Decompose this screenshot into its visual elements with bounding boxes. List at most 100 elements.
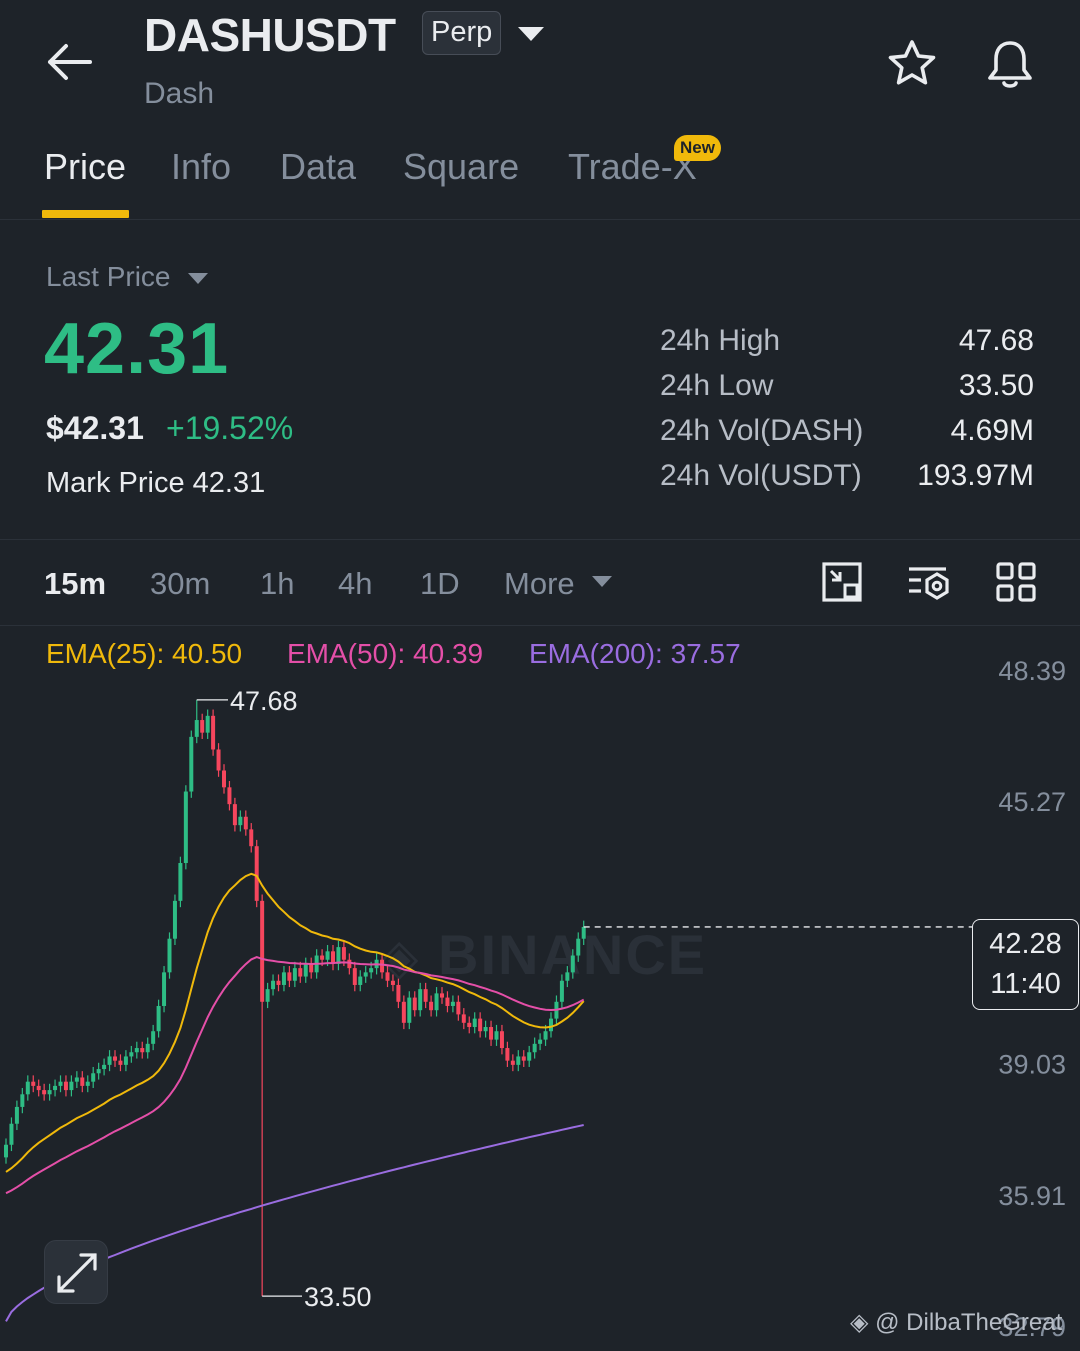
candle-body <box>167 938 172 973</box>
new-badge: New <box>674 135 721 161</box>
candle-body <box>527 1052 532 1061</box>
candle-body <box>440 993 444 998</box>
high-marker-label: 47.68 <box>230 686 298 716</box>
candle-body <box>271 980 276 990</box>
candle-body <box>151 1031 156 1044</box>
last-price-chevron-icon[interactable] <box>188 273 208 284</box>
candle-countdown: 11:40 <box>990 968 1061 1000</box>
candle-body <box>58 1081 63 1086</box>
y-axis-tick-label: 39.03 <box>998 1050 1066 1080</box>
candle-body <box>63 1081 68 1091</box>
candle-body <box>14 1106 19 1124</box>
candle-body <box>521 1056 526 1061</box>
interval-more[interactable]: More <box>504 566 575 602</box>
candle-body <box>156 1005 161 1032</box>
candle-body <box>516 1056 521 1065</box>
candle-body <box>325 951 330 960</box>
candle-body <box>172 900 177 939</box>
candle-body <box>91 1073 96 1082</box>
candle-body <box>303 963 308 977</box>
candle-body <box>467 1022 472 1028</box>
candle-body <box>292 968 297 981</box>
back-arrow-icon[interactable] <box>44 40 94 84</box>
candle-body <box>483 1027 488 1032</box>
candle-body <box>243 816 248 830</box>
candle-body <box>320 955 325 960</box>
favorite-star-icon[interactable] <box>884 36 940 92</box>
fullscreen-button[interactable] <box>44 1240 108 1304</box>
candle-body <box>538 1039 543 1044</box>
usd-price-value: $42.31 <box>46 410 144 446</box>
candle-body <box>69 1081 74 1091</box>
watermark-credit: ◈ @ DilbaTheGreat <box>850 1308 1062 1337</box>
candle-body <box>107 1056 112 1065</box>
candle-body <box>194 720 199 737</box>
candlestick-chart[interactable]: 48.3945.2742.1539.0335.9132.7947.6833.50 <box>0 626 1080 1351</box>
current-price-value: 42.28 <box>989 928 1062 960</box>
candle-body <box>25 1081 30 1095</box>
section-divider <box>0 539 1080 540</box>
interval-1d[interactable]: 1D <box>420 566 460 602</box>
candle-body <box>570 955 575 973</box>
low-marker-label: 33.50 <box>304 1282 372 1312</box>
current-price-tag: 42.28 11:40 <box>972 919 1079 1010</box>
grid-menu-icon[interactable] <box>994 560 1038 604</box>
candle-body <box>265 989 270 1002</box>
last-price-value: 42.31 <box>44 309 230 389</box>
pair-dropdown-chevron-icon[interactable] <box>518 27 544 41</box>
candle-body <box>102 1064 107 1070</box>
candle-body <box>232 804 237 826</box>
contract-type-badge[interactable]: Perp <box>422 11 502 55</box>
candle-body <box>309 963 314 973</box>
mark-price-label: Mark Price <box>46 467 185 499</box>
candle-body <box>222 770 226 788</box>
candle-body <box>380 959 385 973</box>
candle-body <box>4 1144 8 1158</box>
mark-price: Mark Price 42.31 <box>46 467 265 500</box>
interval-30m[interactable]: 30m <box>150 566 210 602</box>
candle-body <box>489 1027 494 1040</box>
candle-body <box>456 1001 461 1015</box>
candle-body <box>510 1060 515 1065</box>
candle-body <box>189 736 194 792</box>
interval-1h[interactable]: 1h <box>260 566 294 602</box>
tab-info[interactable]: Info <box>171 146 231 188</box>
more-chevron-icon[interactable] <box>592 576 612 587</box>
candle-body <box>450 1001 455 1006</box>
candle-body <box>134 1048 139 1053</box>
candle-body <box>140 1048 145 1053</box>
tab-square[interactable]: Square <box>403 146 519 188</box>
y-axis-tick-label: 35.91 <box>998 1181 1066 1211</box>
candle-body <box>260 900 265 1002</box>
candle-body <box>472 1018 477 1028</box>
price-change-percent: +19.52% <box>166 410 294 446</box>
candle-body <box>429 1001 434 1011</box>
candle-body <box>543 1031 548 1040</box>
candle-body <box>216 749 221 771</box>
tab-data[interactable]: Data <box>280 146 356 188</box>
pair-title[interactable]: DASHUSDT <box>144 8 396 62</box>
y-axis-tick-label: 48.39 <box>998 656 1066 686</box>
candle-body <box>118 1060 123 1065</box>
candle-body <box>36 1085 41 1091</box>
chart-layout-icon[interactable] <box>820 560 864 604</box>
last-price-selector[interactable]: Last Price <box>46 261 171 293</box>
interval-15m[interactable]: 15m <box>44 566 106 602</box>
candle-body <box>287 972 292 981</box>
pair-subtitle: Dash <box>144 77 215 110</box>
price-alert-bell-icon[interactable] <box>982 36 1038 92</box>
tab-price[interactable]: Price <box>44 146 126 188</box>
stat-label-24h-high: 24h High <box>660 324 781 357</box>
interval-4h[interactable]: 4h <box>338 566 372 602</box>
candle-body <box>347 959 352 969</box>
candle-body <box>80 1077 85 1086</box>
stat-value-24h-low: 33.50 <box>958 369 1034 402</box>
expand-icon <box>57 1253 97 1293</box>
candle-body <box>423 989 428 1002</box>
candle-body <box>401 1001 406 1023</box>
candle-body <box>31 1081 36 1086</box>
ema-25-line <box>5 872 585 1173</box>
stat-label-24h-low: 24h Low <box>660 369 774 402</box>
indicator-settings-icon[interactable] <box>906 560 950 604</box>
candle-body <box>461 1014 466 1023</box>
